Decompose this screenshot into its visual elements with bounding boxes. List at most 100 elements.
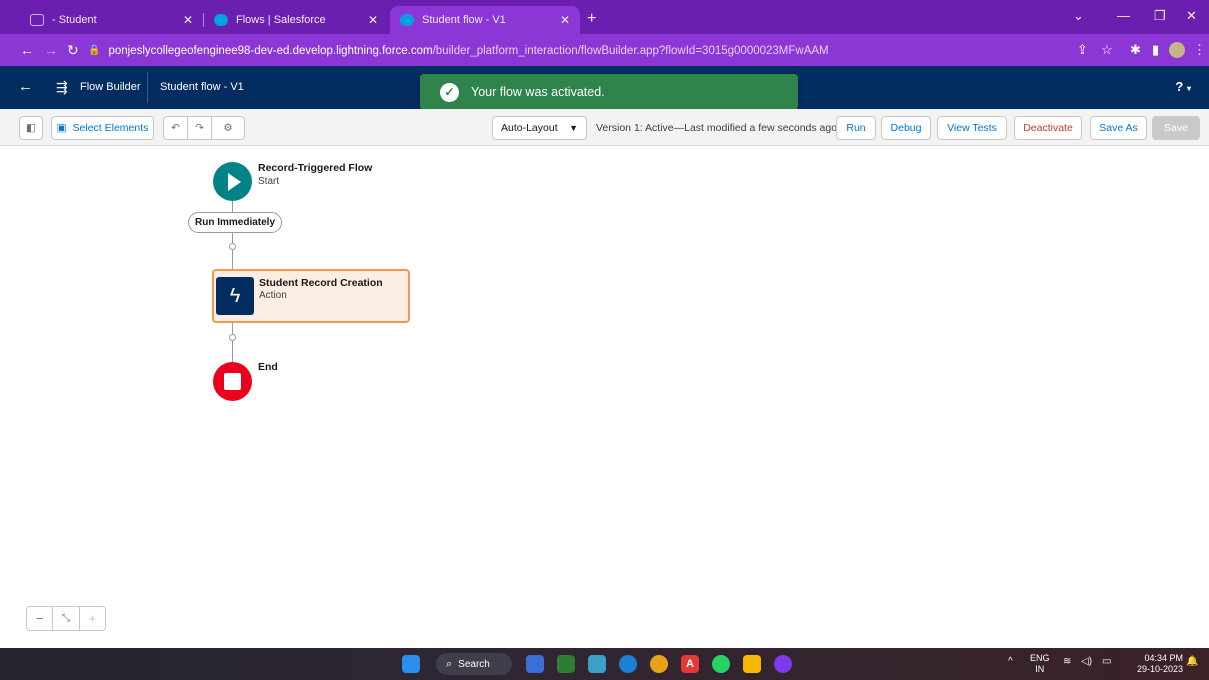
- zoom-out-button[interactable]: −: [27, 607, 54, 630]
- search-label: Search: [458, 658, 490, 670]
- connector-line: [232, 201, 233, 212]
- browser-tab-student[interactable]: - Student ✕: [20, 6, 203, 34]
- redo-button[interactable]: ↷: [187, 116, 212, 140]
- flow-builder-logo-icon: ⇶: [56, 79, 68, 95]
- forward-icon[interactable]: →: [44, 42, 58, 58]
- start-node[interactable]: [213, 162, 252, 201]
- add-element-node[interactable]: [229, 334, 236, 341]
- undo-button[interactable]: ↶: [163, 116, 188, 140]
- settings-button[interactable]: ⚙: [211, 116, 245, 140]
- connector-line: [232, 250, 233, 269]
- fit-view-button[interactable]: ⤡: [53, 607, 80, 630]
- panel-icon: ◧: [26, 122, 36, 134]
- volume-icon[interactable]: ◁): [1081, 656, 1092, 667]
- browser-tab-flows[interactable]: Flows | Salesforce ✕: [204, 6, 388, 34]
- minimize-icon[interactable]: —: [1117, 8, 1130, 23]
- side-panel-icon[interactable]: ▮: [1152, 42, 1159, 58]
- back-icon[interactable]: ←: [20, 42, 34, 58]
- chrome-icon[interactable]: [650, 655, 668, 673]
- share-icon[interactable]: ⇪: [1077, 42, 1088, 58]
- start-node-title: Record-Triggered Flow: [258, 162, 373, 174]
- tab-label: Flows | Salesforce: [236, 14, 326, 26]
- save-as-button[interactable]: Save As: [1090, 116, 1147, 140]
- tab-favicon-icon: [30, 14, 44, 26]
- action-node-title: Student Record Creation: [259, 277, 383, 289]
- extensions-icon[interactable]: ✱: [1130, 42, 1141, 58]
- shrink-icon: ⤡: [61, 613, 70, 624]
- end-node-title: End: [258, 361, 278, 373]
- chrome-profile-icon[interactable]: [774, 655, 792, 673]
- salesforce-cloud-icon: [214, 14, 228, 26]
- help-icon: ?: [1175, 79, 1184, 94]
- app-icon-3[interactable]: [588, 655, 606, 673]
- whatsapp-icon[interactable]: [712, 655, 730, 673]
- zoom-in-button[interactable]: +: [80, 607, 105, 630]
- close-tab-icon[interactable]: ✕: [368, 13, 378, 27]
- taskbar-search[interactable]: ⌕ Search: [436, 653, 512, 675]
- app-icon-1[interactable]: [526, 655, 544, 673]
- tab-label: Student flow - V1: [422, 14, 506, 26]
- close-window-icon[interactable]: ✕: [1186, 8, 1197, 24]
- app-name: Flow Builder: [80, 81, 141, 93]
- notification-bell-icon[interactable]: 🔔: [1186, 656, 1198, 667]
- action-node-subtitle: Action: [259, 290, 287, 301]
- battery-icon[interactable]: ▭: [1102, 656, 1111, 667]
- view-tests-button[interactable]: View Tests: [937, 116, 1007, 140]
- lang-bottom: IN: [1035, 664, 1045, 674]
- tray-chevron-icon[interactable]: ^: [1008, 656, 1013, 667]
- flow-canvas[interactable]: Record-Triggered Flow Start Run Immediat…: [0, 146, 1209, 648]
- clock[interactable]: 04:34 PM 29-10-2023: [1137, 653, 1183, 675]
- language-indicator[interactable]: ENG IN: [1030, 653, 1050, 675]
- select-elements-icon: ▣: [56, 122, 67, 134]
- browser-menu-icon[interactable]: ⋮: [1193, 42, 1206, 58]
- add-element-node[interactable]: [229, 243, 236, 250]
- toggle-panel-button[interactable]: ◧: [19, 116, 43, 140]
- flow-toolbar: ◧ ▣ Select Elements ↶ ↷ ⚙ Auto-Layout ▼ …: [0, 109, 1209, 146]
- run-button[interactable]: Run: [836, 116, 876, 140]
- adobe-icon[interactable]: A: [681, 655, 699, 673]
- lightning-bolt-icon: ϟ: [216, 277, 254, 315]
- nvidia-icon[interactable]: [557, 655, 575, 673]
- layout-select[interactable]: Auto-Layout ▼: [492, 116, 587, 140]
- end-node[interactable]: [213, 362, 252, 401]
- run-immediately-path-label[interactable]: Run Immediately: [188, 212, 283, 233]
- undo-icon: ↶: [171, 122, 180, 134]
- success-check-icon: ✓: [440, 82, 459, 102]
- profile-avatar[interactable]: [1169, 42, 1185, 58]
- debug-button[interactable]: Debug: [881, 116, 931, 140]
- deactivate-button[interactable]: Deactivate: [1014, 116, 1082, 140]
- save-button[interactable]: Save: [1152, 116, 1200, 140]
- new-tab-icon[interactable]: +: [587, 10, 596, 28]
- tab-label: - Student: [52, 14, 97, 26]
- bookmark-star-icon[interactable]: ☆: [1101, 42, 1113, 58]
- windows-start-icon[interactable]: [402, 655, 420, 673]
- restore-icon[interactable]: ❐: [1154, 8, 1166, 24]
- url-field[interactable]: 🔒 ponjeslycollegeofenginee98-dev-ed.deve…: [88, 39, 1178, 62]
- reload-icon[interactable]: ↻: [67, 42, 79, 59]
- browser-tab-student-flow[interactable]: Student flow - V1 ✕: [390, 6, 580, 34]
- clock-date: 29-10-2023: [1136, 664, 1183, 674]
- select-elements-label: Select Elements: [72, 122, 149, 134]
- toast-message: Your flow was activated.: [471, 85, 605, 99]
- back-arrow-icon[interactable]: ←: [18, 78, 33, 95]
- close-tab-icon[interactable]: ✕: [183, 13, 193, 27]
- start-node-subtitle: Start: [258, 176, 280, 187]
- connector-line: [232, 341, 233, 362]
- action-node[interactable]: ϟ Student Record Creation Action: [212, 269, 410, 323]
- help-menu[interactable]: ? ▾: [1175, 79, 1191, 94]
- lock-icon: 🔒: [88, 45, 101, 56]
- select-elements-button[interactable]: ▣ Select Elements: [51, 116, 154, 140]
- layout-select-value: Auto-Layout: [501, 122, 558, 134]
- wifi-icon[interactable]: ≋: [1063, 656, 1071, 667]
- tab-search-chevron-icon[interactable]: ⌄: [1073, 8, 1084, 24]
- file-explorer-icon[interactable]: [743, 655, 761, 673]
- close-tab-icon[interactable]: ✕: [560, 13, 570, 27]
- zoom-controls: − ⤡ +: [26, 606, 106, 631]
- chevron-down-icon: ▼: [569, 123, 578, 133]
- browser-tab-strip: - Student ✕ Flows | Salesforce ✕ Student…: [0, 0, 1209, 34]
- search-icon: ⌕: [446, 657, 453, 670]
- success-toast: ✓ Your flow was activated.: [420, 74, 798, 110]
- url-host: ponjeslycollegeofenginee98-dev-ed.develo…: [108, 44, 433, 57]
- edge-icon[interactable]: [619, 655, 637, 673]
- clock-time: 04:34 PM: [1144, 653, 1183, 663]
